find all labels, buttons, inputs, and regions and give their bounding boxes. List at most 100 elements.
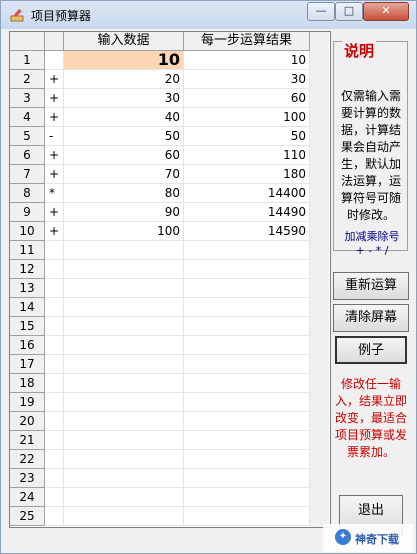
input-cell[interactable] — [64, 317, 184, 336]
app-window: 项目预算器 — □ ✕ 输入数据 每一步运算结果 1 10 10 2 +20 30 3 +30… — [0, 0, 417, 554]
operator-cell[interactable] — [45, 374, 64, 393]
table-row: 19 — [10, 393, 310, 412]
table-row: 1 10 10 — [10, 51, 310, 70]
input-cell[interactable] — [64, 431, 184, 450]
result-cell: 10 — [184, 51, 310, 70]
operator-cell[interactable]: + — [45, 222, 64, 241]
operator-cell[interactable] — [45, 393, 64, 412]
operator-cell[interactable]: - — [45, 127, 64, 146]
input-cell[interactable] — [64, 412, 184, 431]
result-cell — [184, 507, 310, 526]
row-number: 22 — [10, 450, 45, 469]
operator-cell[interactable] — [45, 51, 64, 70]
input-cell[interactable]: 80 — [64, 184, 184, 203]
row-number: 20 — [10, 412, 45, 431]
operator-cell[interactable] — [45, 507, 64, 526]
input-cell[interactable] — [64, 374, 184, 393]
grid-corner — [10, 32, 45, 51]
input-cell[interactable]: 50 — [64, 127, 184, 146]
operator-cell[interactable] — [45, 431, 64, 450]
table-row: 5-50 50 — [10, 127, 310, 146]
operator-cell[interactable]: + — [45, 70, 64, 89]
table-row: 8 * 80 14400 — [10, 184, 310, 203]
side-panel: 说明 仅需输入需要计算的数据，计算结果会自动产生，默认加法运算，运算符号可随时修… — [333, 31, 411, 535]
operator-cell[interactable] — [45, 298, 64, 317]
minimize-button[interactable]: — — [307, 2, 335, 21]
watermark-text: 神奇下载 — [355, 533, 399, 546]
operator-cell[interactable]: + — [45, 203, 64, 222]
close-button[interactable]: ✕ — [363, 2, 409, 21]
table-row: 10 +100 14590 — [10, 222, 310, 241]
operator-cell[interactable] — [45, 488, 64, 507]
table-row: 11 — [10, 241, 310, 260]
result-cell — [184, 336, 310, 355]
result-cell: 180 — [184, 165, 310, 184]
input-cell[interactable]: 60 — [64, 146, 184, 165]
operator-cell[interactable] — [45, 241, 64, 260]
input-cell[interactable] — [64, 279, 184, 298]
vertical-scrollbar[interactable] — [310, 32, 329, 527]
operator-cell[interactable] — [45, 469, 64, 488]
operator-cell[interactable] — [45, 260, 64, 279]
row-number: 11 — [10, 241, 45, 260]
input-cell[interactable]: 90 — [64, 203, 184, 222]
input-cell[interactable]: 10 — [64, 51, 184, 70]
window-title: 项目预算器 — [31, 9, 92, 23]
input-cell[interactable] — [64, 507, 184, 526]
input-cell[interactable]: 30 — [64, 89, 184, 108]
input-cell[interactable] — [64, 298, 184, 317]
table-row: 21 — [10, 431, 310, 450]
input-cell[interactable] — [64, 336, 184, 355]
operator-cell[interactable] — [45, 279, 64, 298]
title-bar[interactable]: 项目预算器 — □ ✕ — [1, 1, 416, 29]
row-number: 18 — [10, 374, 45, 393]
clear-screen-button[interactable]: 清除屏幕 — [333, 304, 409, 332]
input-cell[interactable]: 100 — [64, 222, 184, 241]
operator-cell[interactable] — [45, 355, 64, 374]
input-cell[interactable]: 20 — [64, 70, 184, 89]
input-cell[interactable] — [64, 355, 184, 374]
description-title: 说明 — [342, 40, 377, 61]
recalculate-button[interactable]: 重新运算 — [333, 272, 409, 300]
operator-cell[interactable] — [45, 317, 64, 336]
input-cell[interactable] — [64, 450, 184, 469]
operator-cell[interactable]: + — [45, 108, 64, 127]
operator-cell[interactable] — [45, 336, 64, 355]
row-number: 1 — [10, 51, 45, 70]
result-cell — [184, 241, 310, 260]
data-grid[interactable]: 输入数据 每一步运算结果 1 10 10 2 +20 30 3 +30 60 4 +40 100 5-5… — [9, 31, 331, 528]
example-button[interactable]: 例子 — [335, 336, 407, 364]
operator-cell[interactable]: + — [45, 165, 64, 184]
operator-cell[interactable]: * — [45, 184, 64, 203]
input-cell[interactable] — [64, 469, 184, 488]
operator-cell[interactable] — [45, 450, 64, 469]
row-number: 9 — [10, 203, 45, 222]
operator-cell[interactable] — [45, 412, 64, 431]
row-number: 21 — [10, 431, 45, 450]
op-column-header — [45, 32, 64, 51]
table-row: 14 — [10, 298, 310, 317]
result-cell — [184, 431, 310, 450]
maximize-button[interactable]: □ — [335, 2, 363, 21]
watermark: ✦ 神奇下载 — [323, 524, 413, 552]
input-cell[interactable] — [64, 393, 184, 412]
row-number: 25 — [10, 507, 45, 526]
row-number: 4 — [10, 108, 45, 127]
result-cell — [184, 393, 310, 412]
input-cell[interactable]: 40 — [64, 108, 184, 127]
operator-cell[interactable]: + — [45, 89, 64, 108]
result-cell — [184, 450, 310, 469]
row-number: 15 — [10, 317, 45, 336]
result-cell — [184, 469, 310, 488]
row-number: 19 — [10, 393, 45, 412]
input-column-header: 输入数据 — [64, 32, 184, 51]
input-cell[interactable] — [64, 260, 184, 279]
operator-cell[interactable]: + — [45, 146, 64, 165]
input-cell[interactable]: 70 — [64, 165, 184, 184]
table-row: 2 +20 30 — [10, 70, 310, 89]
input-cell[interactable] — [64, 488, 184, 507]
table-row: 18 — [10, 374, 310, 393]
row-number: 24 — [10, 488, 45, 507]
input-cell[interactable] — [64, 241, 184, 260]
description-text: 仅需输入需要计算的数据，计算结果会自动产生，默认加法运算，运算符号可随时修改。 — [340, 89, 401, 222]
